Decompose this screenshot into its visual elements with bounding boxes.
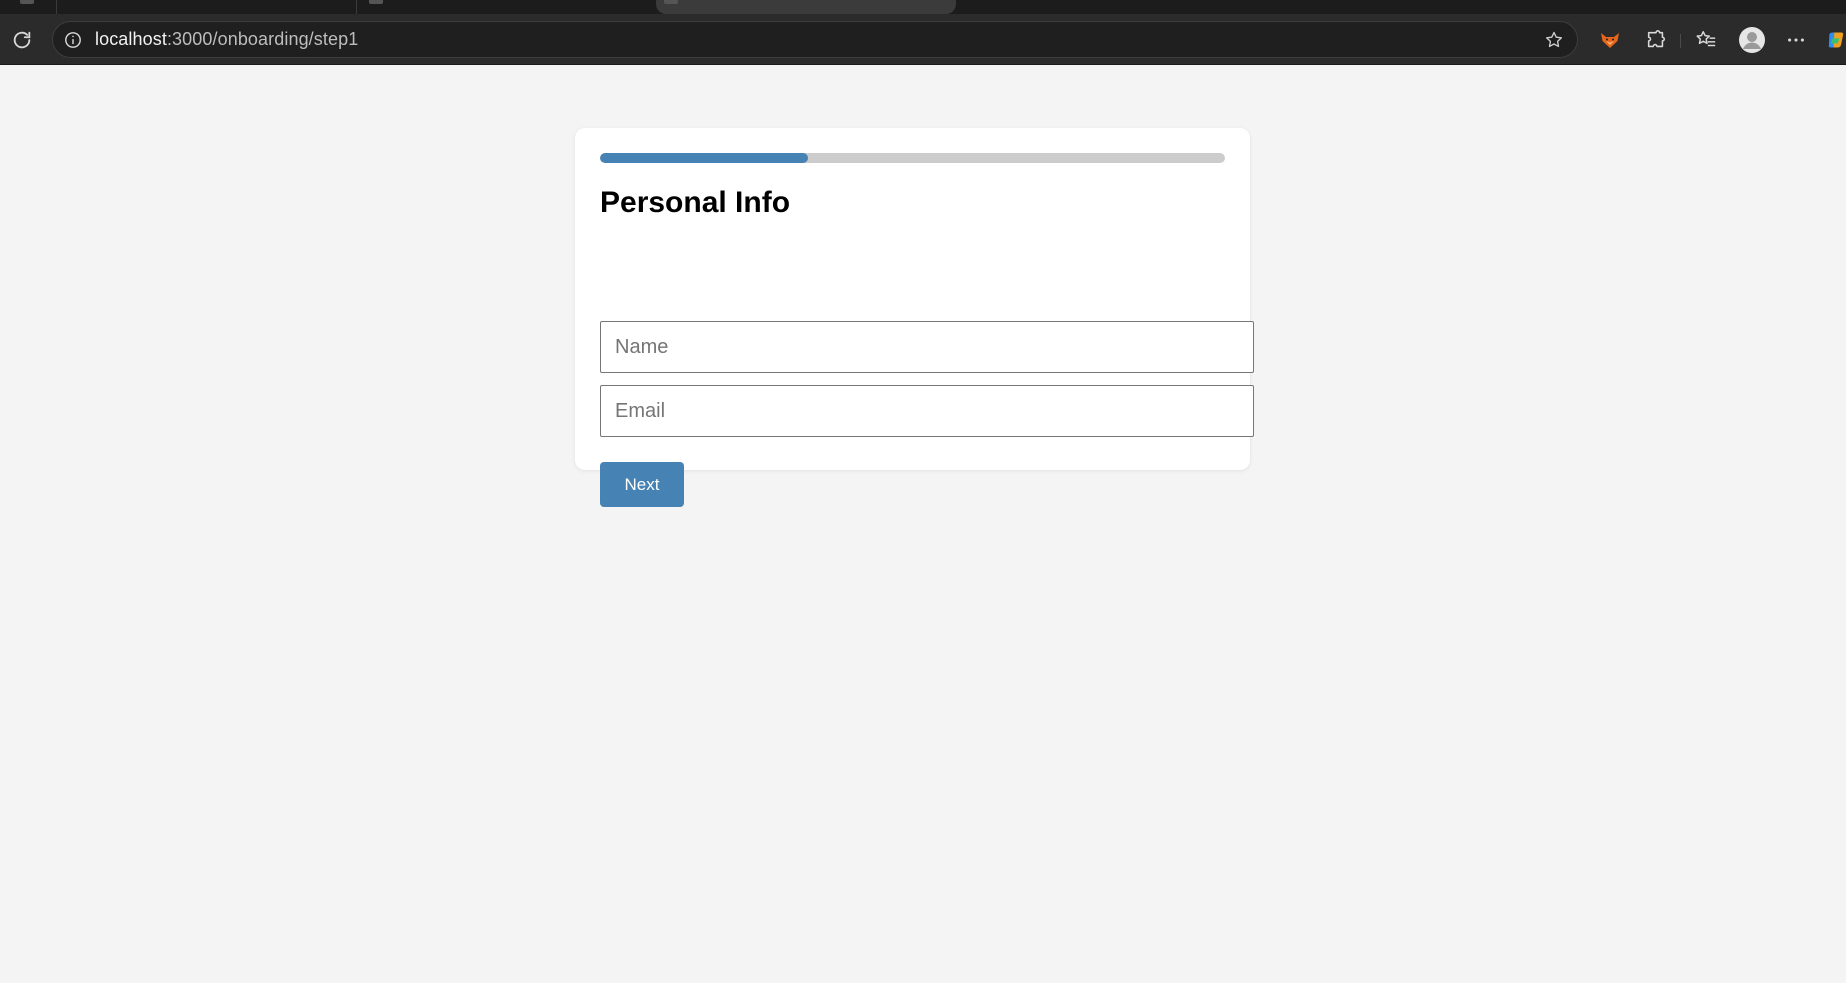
browser-tab-active[interactable] <box>656 0 956 14</box>
profile-icon[interactable] <box>1738 26 1766 54</box>
page-viewport: Personal Info Next <box>0 66 1846 983</box>
tab-favicon <box>369 0 383 4</box>
star-icon[interactable] <box>1543 29 1565 51</box>
sidebar-icon[interactable] <box>20 0 34 4</box>
fox-extension-icon[interactable] <box>1596 26 1624 54</box>
page-title: Personal Info <box>600 186 791 219</box>
address-bar[interactable]: localhost:3000/onboarding/step1 <box>52 21 1578 58</box>
tab-favicon <box>664 0 678 4</box>
browser-tab[interactable] <box>56 0 356 14</box>
toolbar-divider <box>1680 34 1681 48</box>
name-input[interactable] <box>600 321 1254 373</box>
url-text[interactable]: localhost:3000/onboarding/step1 <box>95 29 358 50</box>
reload-icon[interactable] <box>10 28 34 52</box>
favorites-icon[interactable] <box>1692 26 1720 54</box>
browser-tab[interactable] <box>956 0 1846 14</box>
progress-bar-fill <box>600 153 809 163</box>
copilot-icon[interactable] <box>1826 26 1846 54</box>
progress-bar <box>600 153 1225 163</box>
email-input[interactable] <box>600 385 1254 437</box>
next-button[interactable]: Next <box>600 462 684 507</box>
tab-strip <box>0 0 1846 14</box>
browser-tab[interactable] <box>356 0 656 14</box>
browser-toolbar: localhost:3000/onboarding/step1 <box>0 14 1846 65</box>
info-icon[interactable] <box>63 30 83 50</box>
url-path: :3000/onboarding/step1 <box>166 29 359 49</box>
more-icon[interactable] <box>1782 26 1810 54</box>
onboarding-card: Personal Info Next <box>575 128 1254 507</box>
url-host: localhost <box>95 29 167 49</box>
puzzle-icon[interactable] <box>1642 26 1670 54</box>
